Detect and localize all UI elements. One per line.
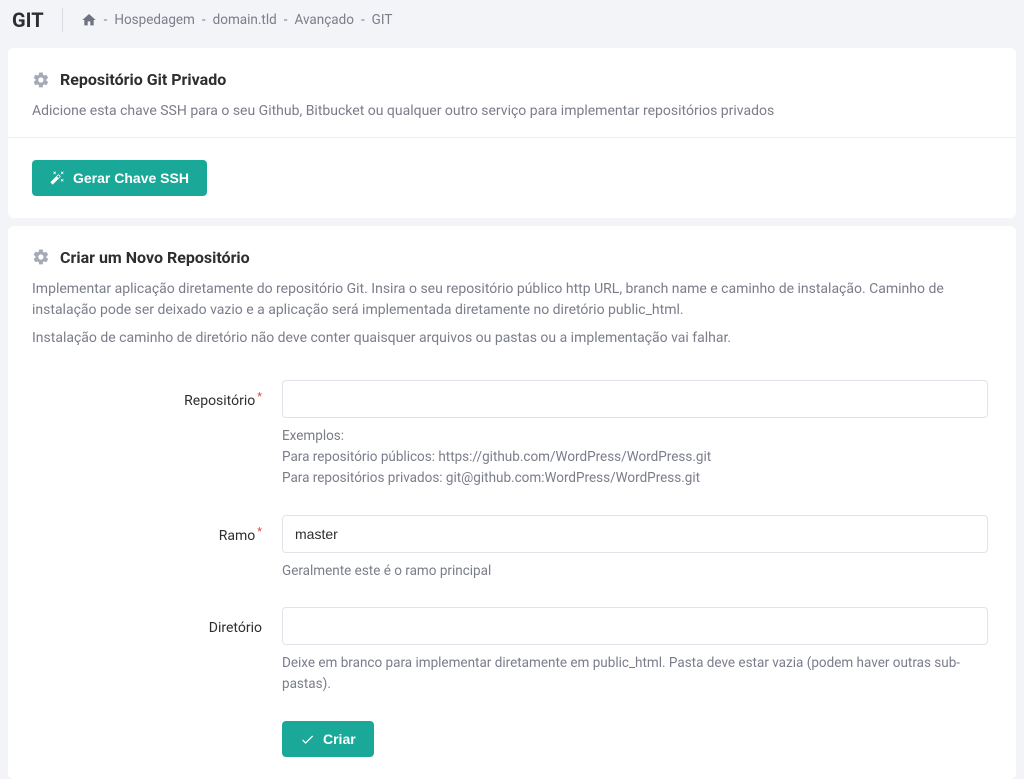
create-button[interactable]: Criar xyxy=(282,721,374,757)
directory-label: Diretório xyxy=(209,620,262,636)
required-indicator: * xyxy=(257,525,262,538)
form-input-col: Exemplos: Para repositório públicos: htt… xyxy=(282,380,992,489)
form-row-repo: Repositório* Exemplos: Para repositório … xyxy=(32,380,992,489)
directory-help: Deixe em branco para implementar diretam… xyxy=(282,653,988,695)
card-header: Criar um Novo Repositório xyxy=(32,248,992,267)
card-create-repo: Criar um Novo Repositório Implementar ap… xyxy=(8,226,1016,779)
branch-input[interactable] xyxy=(282,515,988,553)
breadcrumb-hosting[interactable]: Hospedagem xyxy=(114,12,195,28)
directory-input[interactable] xyxy=(282,607,988,645)
repo-label: Repositório xyxy=(184,393,255,409)
card-ssh-private-repo: Repositório Git Privado Adicione esta ch… xyxy=(8,48,1016,218)
form-input-col: Deixe em branco para implementar diretam… xyxy=(282,607,992,695)
repo-help-title: Exemplos: xyxy=(282,426,988,447)
card-description-line1: Implementar aplicação diretamente do rep… xyxy=(32,279,992,322)
form-input-col: Geralmente este é o ramo principal xyxy=(282,515,992,582)
breadcrumb-sep: - xyxy=(284,12,288,28)
home-icon[interactable] xyxy=(81,12,97,28)
button-label: Gerar Chave SSH xyxy=(73,170,189,186)
breadcrumb-sep: - xyxy=(202,12,206,28)
breadcrumb-domain[interactable]: domain.tld xyxy=(213,12,277,28)
generate-ssh-key-button[interactable]: Gerar Chave SSH xyxy=(32,160,207,196)
repo-help-private: Para repositórios privados: git@github.c… xyxy=(282,468,988,489)
form-row-branch: Ramo* Geralmente este é o ramo principal xyxy=(32,515,992,582)
branch-label: Ramo xyxy=(219,528,256,544)
breadcrumb: - Hospedagem - domain.tld - Avançado - G… xyxy=(81,12,393,28)
gears-icon xyxy=(32,248,50,266)
card-title: Repositório Git Privado xyxy=(60,70,226,89)
page-title: GIT xyxy=(12,8,62,32)
card-title: Criar um Novo Repositório xyxy=(60,248,250,267)
button-label: Criar xyxy=(323,731,356,747)
breadcrumb-sep: - xyxy=(104,12,108,28)
branch-help: Geralmente este é o ramo principal xyxy=(282,561,988,582)
card-description: Adicione esta chave SSH para o seu Githu… xyxy=(32,101,992,123)
form-label-col: Diretório xyxy=(32,607,282,695)
form-label-col: Ramo* xyxy=(32,515,282,582)
form-row-directory: Diretório Deixe em branco para implement… xyxy=(32,607,992,695)
repo-input[interactable] xyxy=(282,380,988,418)
form-row-submit: Criar xyxy=(32,721,992,757)
required-indicator: * xyxy=(257,390,262,403)
form-label-col: Repositório* xyxy=(32,380,282,489)
breadcrumb-git[interactable]: GIT xyxy=(372,12,393,28)
check-icon xyxy=(300,732,315,747)
card-description-line2: Instalação de caminho de diretório não d… xyxy=(32,328,992,350)
magic-wand-icon xyxy=(50,170,65,185)
breadcrumb-advanced[interactable]: Avançado xyxy=(294,12,353,28)
breadcrumb-sep: - xyxy=(361,12,365,28)
repo-help-public: Para repositório públicos: https://githu… xyxy=(282,447,988,468)
card-header: Repositório Git Privado xyxy=(32,70,992,89)
repo-help: Exemplos: Para repositório públicos: htt… xyxy=(282,426,988,489)
card-divider xyxy=(8,137,1016,138)
header-divider xyxy=(62,8,63,32)
gears-icon xyxy=(32,71,50,89)
page-header: GIT - Hospedagem - domain.tld - Avançado… xyxy=(0,0,1024,40)
